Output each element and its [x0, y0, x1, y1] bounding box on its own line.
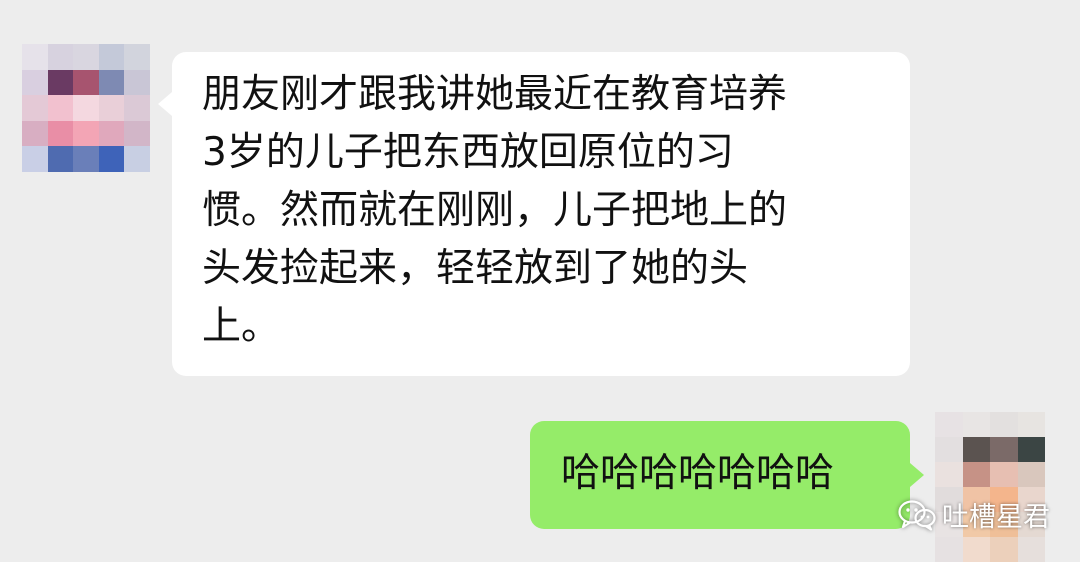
avatar-pixel [962, 537, 990, 562]
avatar-pixel [935, 537, 963, 562]
watermark-text: 吐槽星君 [942, 502, 1050, 533]
avatar-pixel [98, 69, 125, 96]
avatar-pixel [98, 146, 125, 172]
avatar-pixel [22, 95, 48, 121]
avatar-pixel [990, 412, 1018, 437]
avatar-pixel [47, 146, 74, 172]
avatar-pixel [1017, 437, 1045, 462]
avatar-pixel [47, 69, 74, 96]
message-line: 惯。然而就在刚刚，儿子把地上的 [202, 188, 788, 233]
incoming-message-bubble[interactable]: 朋友刚才跟我讲她最近在教育培养 3岁的儿子把东西放回原位的习 惯。然而就在刚刚，… [158, 52, 910, 376]
avatar-pixel [990, 537, 1018, 562]
outgoing-message-text: 哈哈哈哈哈哈哈 [561, 451, 835, 496]
avatar-pixel [22, 120, 48, 147]
avatar-pixel [98, 120, 125, 147]
avatar-pixel [124, 120, 150, 147]
avatar-pixel [73, 146, 99, 172]
avatar-pixel [22, 69, 48, 96]
message-line: 头发捡起来，轻轻放到了她的头 [202, 246, 749, 291]
source-watermark: 吐槽星君 [898, 495, 1050, 534]
avatar-pixel [990, 437, 1018, 462]
avatar-pixel [935, 462, 963, 487]
avatar-pixel [47, 44, 74, 70]
avatar-pixel [1017, 412, 1045, 437]
avatar-pixel [73, 95, 99, 121]
avatar-pixel [962, 462, 990, 487]
avatar-pixel [22, 44, 48, 70]
avatar-pixel [124, 146, 150, 172]
avatar-pixel [962, 437, 990, 462]
avatar-pixel [47, 120, 74, 147]
incoming-message-text: 朋友刚才跟我讲她最近在教育培养 3岁的儿子把东西放回原位的习 惯。然而就在刚刚，… [202, 66, 787, 356]
contact-avatar[interactable] [22, 44, 150, 172]
avatar-pixel [73, 120, 99, 147]
avatar-pixel [98, 95, 125, 121]
wechat-icon [898, 499, 936, 531]
avatar-pixel [124, 69, 150, 96]
message-line: 上。 [202, 304, 281, 349]
avatar-pixel [990, 462, 1018, 487]
avatar-pixel [124, 44, 150, 70]
avatar-pixel [962, 412, 990, 437]
avatar-pixel [98, 44, 125, 70]
outgoing-message-bubble[interactable]: 哈哈哈哈哈哈哈 [530, 421, 924, 529]
message-line: 3岁的儿子把东西放回原位的习 [202, 130, 734, 175]
my-avatar[interactable] [935, 412, 1045, 562]
avatar-pixel [1017, 462, 1045, 487]
avatar-pixel [1017, 537, 1045, 562]
message-line: 朋友刚才跟我讲她最近在教育培养 [202, 72, 788, 117]
avatar-pixel [47, 95, 74, 121]
avatar-pixel [22, 146, 48, 172]
avatar-pixel [73, 69, 99, 96]
avatar-pixel [935, 437, 963, 462]
avatar-pixel [124, 95, 150, 121]
avatar-pixel [73, 44, 99, 70]
avatar-pixel [935, 412, 963, 437]
